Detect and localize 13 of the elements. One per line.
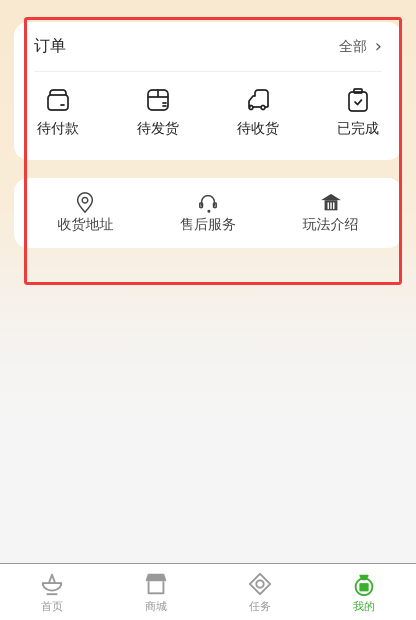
all-orders-link[interactable]: 全部 › — [338, 36, 382, 57]
order-status-button[interactable]: 待付款 — [26, 86, 90, 138]
box-icon — [144, 86, 172, 114]
wallet-icon — [44, 86, 72, 114]
order-status-button[interactable]: 待发货 — [126, 86, 190, 138]
order-status-button[interactable]: 已完成 — [326, 86, 390, 138]
order-status-button[interactable]: 待收货 — [226, 86, 290, 138]
service-button[interactable]: 收货地址 — [57, 192, 114, 234]
service-button[interactable]: 玩法介绍 — [302, 192, 359, 234]
service-button[interactable]: 售后服务 — [180, 192, 236, 234]
headset-icon — [196, 192, 219, 214]
orders-title: 订单 — [34, 36, 66, 57]
target-icon — [247, 570, 273, 596]
